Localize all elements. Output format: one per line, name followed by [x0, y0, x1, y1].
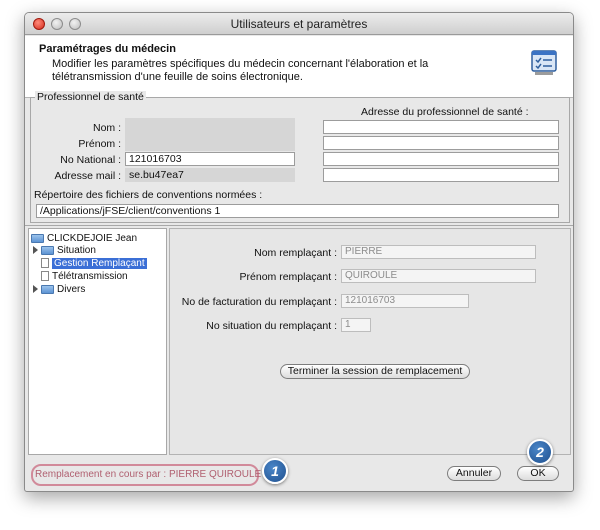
- tree-item-gestion-remplacant[interactable]: Gestion Remplaçant: [41, 257, 147, 270]
- folder-icon: [31, 233, 44, 243]
- disclosure-triangle-icon[interactable]: [33, 246, 38, 255]
- settings-window: Utilisateurs et paramètres Paramétrages …: [24, 12, 574, 492]
- tree-item-teletransmission[interactable]: Télétransmission: [41, 270, 128, 283]
- situation-remplacant-label: No situation du remplaçant :: [206, 320, 337, 332]
- close-window-button[interactable]: [33, 18, 45, 30]
- adresse-title: Adresse du professionnel de santé :: [361, 106, 529, 118]
- prenom-field[interactable]: [125, 135, 295, 149]
- header-panel: Paramétrages du médecin Modifier les par…: [25, 36, 573, 98]
- no-national-label: No National :: [60, 154, 121, 166]
- header-description: Modifier les paramètres spécifiques du m…: [52, 58, 429, 83]
- facturation-remplacant-label: No de facturation du remplaçant :: [181, 296, 337, 308]
- adresse-mail-label: Adresse mail :: [54, 170, 121, 182]
- document-icon: [41, 271, 49, 282]
- tree-item-label: Divers: [57, 284, 86, 295]
- split-pane: CLICKDEJOIE Jean Situation Gestion Rempl…: [25, 225, 573, 456]
- cancel-button[interactable]: Annuler: [447, 466, 501, 481]
- situation-remplacant-field[interactable]: 1: [341, 318, 371, 332]
- prenom-remplacant-field[interactable]: QUIROULE: [341, 269, 536, 283]
- zoom-window-button[interactable]: [69, 18, 81, 30]
- adresse-line-1[interactable]: [323, 120, 559, 134]
- adresse-mail-field[interactable]: se.bu47ea7: [125, 168, 295, 182]
- terminate-session-button[interactable]: Terminer la session de remplacement: [280, 364, 470, 379]
- settings-checklist-icon: [531, 50, 557, 75]
- ok-button[interactable]: OK: [517, 466, 559, 481]
- facturation-remplacant-field[interactable]: 121016703: [341, 294, 469, 308]
- window-title: Utilisateurs et paramètres: [230, 17, 368, 31]
- tree-item-label: Gestion Remplaçant: [52, 258, 147, 269]
- nom-label: Nom :: [92, 122, 121, 134]
- repertoire-label: Répertoire des fichiers de conventions n…: [34, 189, 263, 201]
- tree-root-label: CLICKDEJOIE Jean: [47, 233, 138, 244]
- navigation-tree: CLICKDEJOIE Jean Situation Gestion Rempl…: [28, 228, 167, 455]
- annotation-badge-2: 2: [527, 439, 553, 465]
- tree-item-label: Télétransmission: [52, 271, 128, 282]
- prenom-remplacant-label: Prénom remplaçant :: [239, 271, 337, 283]
- minimize-window-button[interactable]: [51, 18, 63, 30]
- professionnel-sante-group: Professionnel de santé Nom : Prénom : No…: [30, 91, 570, 223]
- tree-item-label: Situation: [57, 245, 96, 256]
- no-national-field[interactable]: 121016703: [125, 152, 295, 166]
- adresse-line-3[interactable]: [323, 152, 559, 166]
- folder-icon: [41, 284, 54, 294]
- remplacant-panel: Nom remplaçant : PIERRE Prénom remplaçan…: [169, 228, 571, 455]
- tree-item-situation[interactable]: Situation: [33, 244, 96, 257]
- folder-icon: [41, 245, 54, 255]
- tree-item-divers[interactable]: Divers: [33, 283, 85, 296]
- disclosure-triangle-icon[interactable]: [33, 285, 38, 294]
- prenom-label: Prénom :: [78, 138, 121, 150]
- repertoire-field[interactable]: /Applications/jFSE/client/conventions 1: [36, 204, 559, 218]
- nom-remplacant-label: Nom remplaçant :: [254, 247, 337, 259]
- professionnel-legend: Professionnel de santé: [35, 91, 146, 103]
- document-icon: [41, 258, 49, 269]
- nom-remplacant-field[interactable]: PIERRE: [341, 245, 536, 259]
- nom-field[interactable]: [125, 118, 295, 132]
- annotation-badge-1: 1: [262, 458, 288, 484]
- adresse-line-2[interactable]: [323, 136, 559, 150]
- title-bar: Utilisateurs et paramètres: [25, 13, 573, 35]
- replacement-status: Remplacement en cours par : PIERRE QUIRO…: [31, 464, 261, 486]
- header-title: Paramétrages du médecin: [39, 43, 176, 55]
- adresse-line-4[interactable]: [323, 168, 559, 182]
